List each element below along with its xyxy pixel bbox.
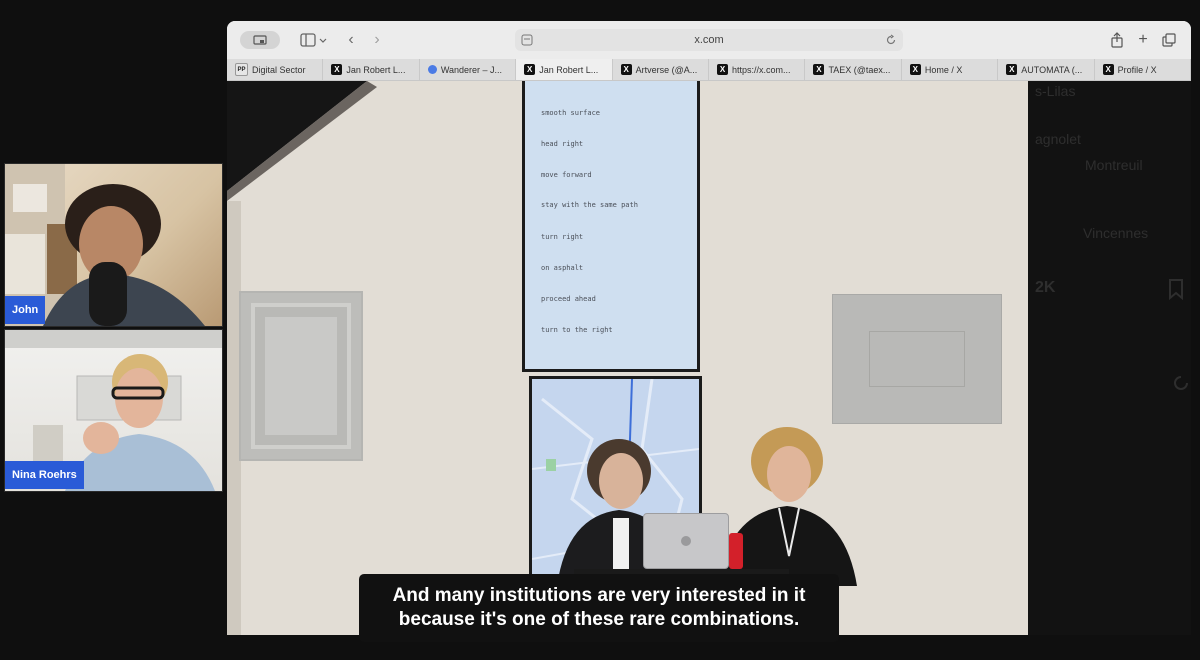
tab-label: Jan Robert L...: [539, 64, 599, 75]
tab-taex[interactable]: X TAEX (@taex...: [805, 59, 902, 80]
map-label: s-Lilas: [1035, 83, 1076, 99]
tab-jan-robert-1[interactable]: X Jan Robert L...: [323, 59, 420, 80]
participant-name-tag: Nina Roehrs: [5, 461, 84, 489]
reload-icon[interactable]: [885, 34, 897, 46]
x-favicon-icon: X: [909, 64, 921, 75]
window-overview-button[interactable]: [240, 31, 280, 49]
pp-favicon-icon: PP: [235, 63, 248, 76]
plus-icon: +: [1138, 31, 1148, 48]
tab-overview-button[interactable]: [1160, 29, 1178, 51]
x-favicon-icon: X: [1102, 64, 1114, 75]
globe-favicon-icon: [427, 65, 437, 74]
count-label: 2K: [1035, 279, 1056, 296]
apple-logo-icon: [681, 536, 691, 546]
screen-text-line: stay with the same path: [541, 201, 638, 209]
tab-digital-sector[interactable]: PP Digital Sector: [227, 59, 324, 80]
tab-label: Home / X: [924, 64, 963, 75]
back-button[interactable]: ‹: [342, 29, 360, 51]
chevron-left-icon: ‹: [348, 31, 354, 48]
tab-x-url[interactable]: Xhttps://x.com...: [709, 59, 806, 80]
participant-name-tag: John: [5, 296, 46, 324]
screen-text-line: proceed ahead: [541, 295, 596, 303]
sidebar-icon: [300, 33, 327, 47]
participant-tile-nina-roehrs[interactable]: Nina Roehrs: [4, 329, 223, 492]
tabs-overview-icon: [1162, 33, 1176, 47]
screen-text-line: smooth surface: [541, 109, 601, 117]
subtitle-line-1: And many institutions are very intereste…: [392, 585, 806, 606]
screen-text-line: on asphalt: [541, 264, 584, 272]
chevron-right-icon: ›: [374, 31, 380, 48]
map-label: Montreuil: [1085, 157, 1143, 173]
tab-label: AUTOMATA (...: [1021, 64, 1083, 75]
laptop: [643, 513, 729, 569]
tab-label: Profile / X: [1117, 64, 1157, 75]
address-text: x.com: [694, 34, 724, 46]
x-favicon-icon: X: [524, 64, 536, 75]
bookmark-icon: [1169, 279, 1183, 300]
subtitle-line-2: because it's one of these rare combinati…: [398, 609, 800, 630]
tab-label: https://x.com...: [732, 64, 791, 75]
forward-button[interactable]: ›: [368, 29, 386, 51]
page-menu-icon: [521, 34, 533, 46]
video-player[interactable]: s-Lilas agnolet Montreuil Vincennes 2K s…: [227, 81, 1191, 635]
artwork-frame-left: [239, 291, 363, 461]
tab-profile-x[interactable]: X Profile / X: [1095, 59, 1191, 80]
x-favicon-icon: X: [620, 64, 632, 75]
window-icon: [253, 35, 267, 45]
address-bar[interactable]: x.com: [515, 29, 903, 51]
browser-toolbar: ‹ › x.com +: [227, 21, 1191, 60]
participant-tile-john[interactable]: John: [4, 163, 223, 327]
x-favicon-icon: X: [813, 64, 825, 75]
map-label: agnolet: [1035, 131, 1081, 147]
map-label: Vincennes: [1083, 225, 1149, 241]
tab-label: Artverse (@A...: [635, 64, 698, 75]
tab-jan-robert-2[interactable]: X Jan Robert L...: [516, 59, 613, 80]
shared-browser-window: ‹ › x.com + PP Digital Sector X Jan Robert…: [227, 21, 1191, 635]
tab-automata[interactable]: X AUTOMATA (...: [998, 59, 1095, 80]
artwork-panel-right: [832, 294, 1002, 424]
screen-text-line: turn to the right: [541, 326, 613, 334]
tab-artverse[interactable]: X Artverse (@A...: [613, 59, 710, 80]
share-button[interactable]: [1108, 29, 1126, 51]
screen-text-line: move forward: [541, 171, 592, 179]
x-favicon-icon: X: [717, 64, 729, 75]
tab-label: Digital Sector: [252, 64, 306, 75]
refresh-icon: [1174, 376, 1188, 390]
x-favicon-icon: X: [1006, 64, 1018, 75]
artwork-text-screen: smooth surface head right move forward s…: [522, 81, 700, 372]
tab-wanderer[interactable]: Wanderer – J...: [420, 59, 517, 80]
tab-home-x[interactable]: X Home / X: [902, 59, 999, 80]
drink-can: [729, 533, 743, 569]
share-icon: [1111, 32, 1123, 48]
new-tab-button[interactable]: +: [1134, 29, 1152, 51]
screen-text-line: turn right: [541, 233, 584, 241]
subtitle-caption: And many institutions are very intereste…: [359, 574, 839, 642]
tab-label: Wanderer – J...: [440, 64, 503, 75]
browser-tab-bar: PP Digital Sector X Jan Robert L... Wander…: [227, 59, 1191, 81]
tab-label: TAEX (@taex...: [828, 64, 891, 75]
x-favicon-icon: X: [331, 64, 343, 75]
sidebar-toggle-button[interactable]: [297, 29, 331, 51]
screen-text-line: head right: [541, 140, 584, 148]
tab-label: Jan Robert L...: [346, 64, 406, 75]
